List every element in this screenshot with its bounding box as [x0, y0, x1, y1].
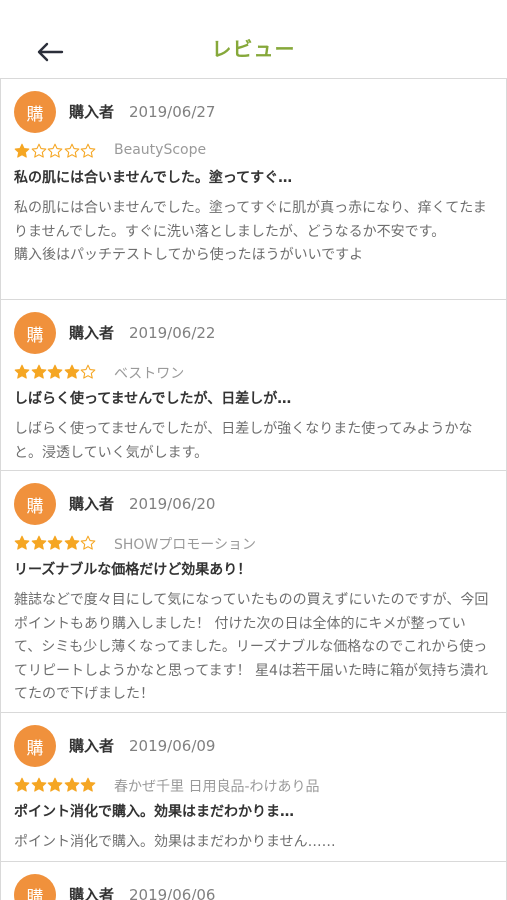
header: レビュー [0, 0, 507, 79]
review-date: 2019/06/09 [129, 737, 216, 755]
review-date: 2019/06/20 [129, 495, 216, 513]
star-filled-icon [14, 535, 30, 551]
review-body: しばらく使ってませんでしたが、日差しが強くなりまた使ってみようかなと。浸透してい… [14, 418, 492, 465]
page-title: レビュー [211, 37, 296, 61]
review-title: 私の肌には合いませんでした。塗ってすぐ… [14, 170, 293, 186]
shop-name: BeautyScope [114, 142, 207, 158]
reviewer-name: 購入者 [69, 495, 115, 513]
review-title: ポイント消化で購入。効果はまだわかりま… [14, 804, 294, 820]
review-body-paragraph: 私の肌には合いませんでした。塗ってすぐに肌が真っ赤になり、痒くてたまりませんでし… [14, 200, 487, 240]
review-body-paragraph: しばらく使ってませんでしたが、日差しが強くなりまた使ってみようかなと。浸透してい… [14, 421, 473, 461]
star-filled-icon [64, 535, 80, 551]
star-filled-icon [14, 364, 30, 380]
review-date: 2019/06/27 [129, 103, 216, 121]
shop-name: ベストワン [114, 366, 185, 382]
star-filled-icon [80, 777, 96, 793]
star-filled-icon [31, 777, 47, 793]
review-title: リーズナブルな価格だけど効果あり！ [14, 562, 252, 578]
review-body: 雑誌などで度々目にして気になっていたものの買えずにいたのですが、今回ポイントもあ… [14, 589, 492, 707]
star-rating [14, 535, 97, 553]
star-filled-icon [47, 777, 63, 793]
reviewer-name: 購入者 [69, 103, 115, 121]
review-item[interactable]: 購 購入者 2019/06/09 春かぜ千里 日用良品-わけあり品 ポイント消化… [1, 713, 506, 862]
star-empty-icon [31, 143, 47, 159]
review-body-paragraph: ポイント消化で購入。効果はまだわかりません…… [14, 834, 336, 850]
star-empty-icon [80, 535, 96, 551]
review-date: 2019/06/06 [129, 886, 216, 900]
reviewer-name: 購入者 [69, 324, 115, 342]
review-screen: レビュー 購 購入者 2019/06/27 BeautyScope 私の肌には合… [0, 0, 507, 900]
review-title: しばらく使ってませんでしたが、日差しが… [14, 391, 292, 407]
review-body-paragraph: 雑誌などで度々目にして気になっていたものの買えずにいたのですが、今回ポイントもあ… [14, 592, 489, 702]
shop-name: SHOWプロモーション [114, 537, 256, 553]
star-rating [14, 777, 97, 795]
star-filled-icon [47, 535, 63, 551]
star-filled-icon [47, 364, 63, 380]
review-body: ポイント消化で購入。効果はまだわかりません…… [14, 831, 492, 855]
review-body-paragraph: 購入後はパッチテストしてから使ったほうがいいですよ [14, 247, 364, 263]
star-filled-icon [64, 364, 80, 380]
star-filled-icon [31, 364, 47, 380]
star-rating [14, 364, 97, 382]
review-body: 私の肌には合いませんでした。塗ってすぐに肌が真っ赤になり、痒くてたまりませんでし… [14, 197, 492, 268]
review-list[interactable]: 購 購入者 2019/06/27 BeautyScope 私の肌には合いませんで… [0, 79, 507, 900]
avatar: 購 [14, 483, 56, 525]
avatar: 購 [14, 874, 56, 900]
review-item[interactable]: 購 購入者 2019/06/20 SHOWプロモーション リーズナブルな価格だけ… [1, 471, 506, 713]
star-filled-icon [64, 777, 80, 793]
review-item[interactable]: 購 購入者 2019/06/06 [1, 862, 506, 900]
star-filled-icon [31, 535, 47, 551]
reviewer-name: 購入者 [69, 886, 115, 900]
review-date: 2019/06/22 [129, 324, 216, 342]
shop-name: 春かぜ千里 日用良品-わけあり品 [114, 779, 320, 795]
star-empty-icon [80, 364, 96, 380]
star-empty-icon [80, 143, 96, 159]
avatar: 購 [14, 312, 56, 354]
reviewer-name: 購入者 [69, 737, 115, 755]
review-item[interactable]: 購 購入者 2019/06/22 ベストワン しばらく使ってませんでしたが、日差… [1, 300, 506, 471]
star-filled-icon [14, 143, 30, 159]
avatar: 購 [14, 725, 56, 767]
review-item[interactable]: 購 購入者 2019/06/27 BeautyScope 私の肌には合いませんで… [1, 79, 506, 300]
star-empty-icon [64, 143, 80, 159]
star-filled-icon [14, 777, 30, 793]
star-empty-icon [47, 143, 63, 159]
avatar: 購 [14, 91, 56, 133]
star-rating [14, 143, 97, 161]
